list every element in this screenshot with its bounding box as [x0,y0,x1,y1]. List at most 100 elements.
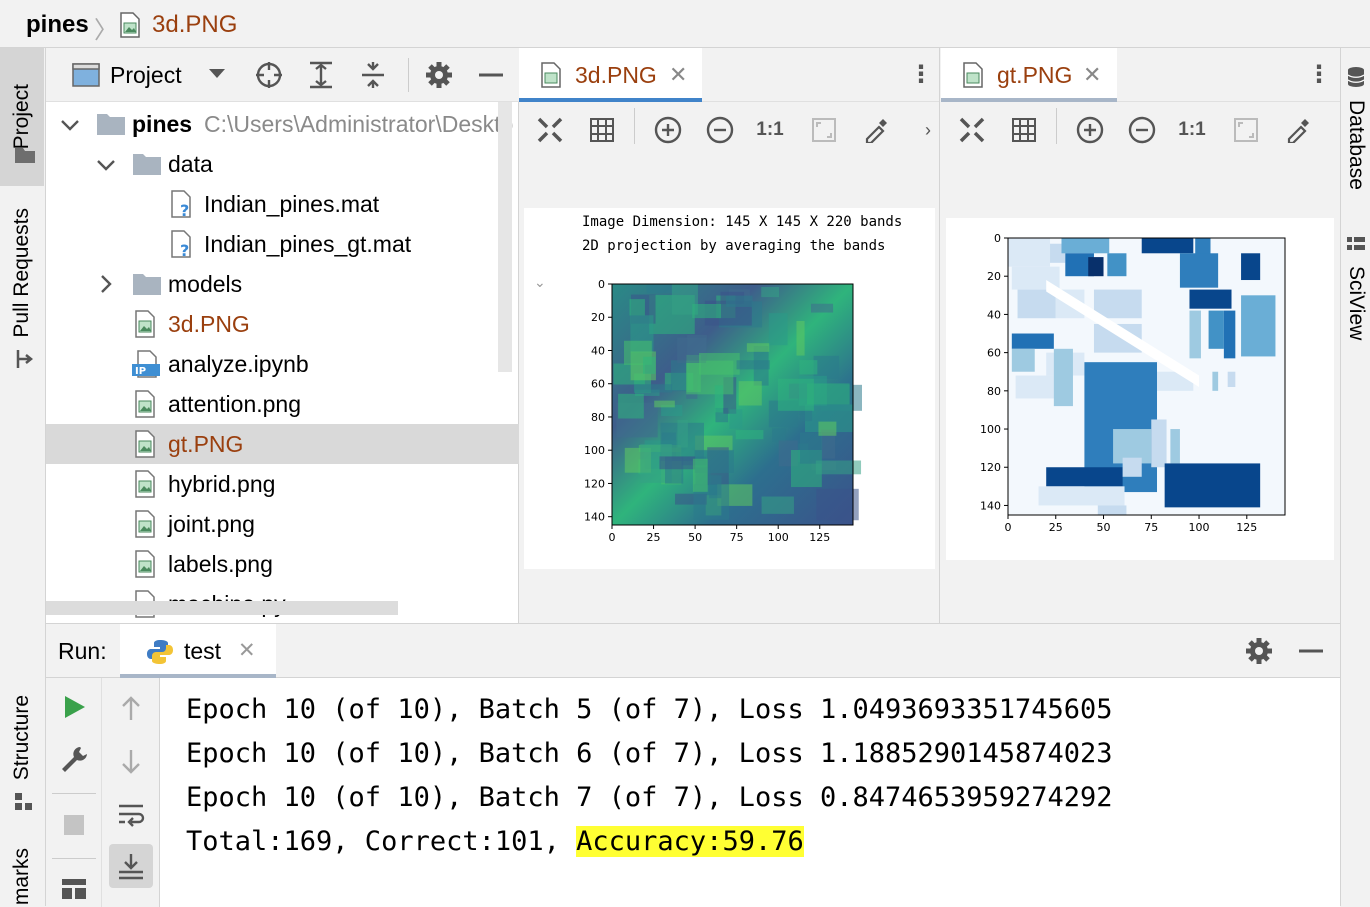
more-options-icon[interactable]: ⋮ [1307,60,1331,89]
close-icon[interactable]: ✕ [669,62,687,88]
breadcrumb-separator: 〉 [94,17,118,44]
fit-zoom-icon[interactable] [535,115,565,145]
x-tick-label: 125 [1236,521,1257,534]
image-caption-line2: 2D projection by averaging the bands [582,238,886,254]
heatmap-patch [772,428,786,442]
console-output[interactable]: Epoch 10 (of 10), Batch 5 (of 7), Loss 1… [160,678,1340,907]
editor-tab-gt-png[interactable]: gt.PNG ✕ [941,48,1117,102]
tree-item-3d-png[interactable]: 3d.PNG [46,304,519,344]
x-tick-label: 100 [768,531,789,544]
zoom-in-icon[interactable] [1075,115,1105,145]
tool-tab-database[interactable]: Database [1341,66,1370,190]
close-icon[interactable]: ✕ [1083,62,1101,88]
tool-tab-structure[interactable]: Structure [0,688,44,788]
tool-tab-pull-requests[interactable]: Pull Requests [0,198,44,348]
chevron-down-icon[interactable] [60,115,80,135]
actual-size-icon[interactable]: 1:1 [755,115,785,145]
fit-window-icon[interactable] [1231,115,1261,145]
locate-icon[interactable] [254,60,284,90]
heatmap-patch [761,286,780,298]
editor-tab-3d-png[interactable]: 3d.PNG ✕ [519,48,702,102]
zoom-in-icon[interactable] [653,115,683,145]
arrow-up-icon[interactable] [116,694,146,724]
stop-icon[interactable] [59,810,89,840]
tool-tab-database-label: Database [1345,100,1368,190]
heatmap-patch [699,353,740,375]
unknown-file-icon: ? [171,190,191,218]
tree-item-data[interactable]: data [46,144,519,184]
project-view-selector[interactable]: Project [110,62,182,89]
color-picker-icon[interactable] [861,115,891,145]
label-region [1241,295,1276,357]
gear-icon[interactable] [424,60,454,90]
breadcrumb-file[interactable]: 3d.PNG [152,11,237,39]
heatmap-patch [633,384,673,393]
heatmap-patch [799,432,823,464]
grid-icon[interactable] [1009,115,1039,145]
y-tick-label: 120 [584,477,605,490]
tool-tab-bookmarks[interactable]: marks [0,848,44,906]
y-tick-label: 40 [591,344,605,357]
y-tick-label: 40 [987,308,1001,321]
minimize-icon[interactable] [476,60,506,90]
label-region [1011,348,1035,372]
actual-size-icon[interactable]: 1:1 [1177,115,1207,145]
tree-item-labels-png[interactable]: labels.png [46,544,519,584]
layout-icon[interactable] [59,874,89,904]
label-region [1008,238,1051,267]
overflow-icon[interactable]: › [925,120,931,141]
tree-item-indian-pines-gt-mat[interactable]: ? Indian_pines_gt.mat [46,224,519,264]
zoom-out-icon[interactable] [1127,115,1157,145]
rerun-icon[interactable] [59,692,89,722]
tree-item-gt-png[interactable]: gt.PNG [46,424,519,464]
label-region [1151,419,1167,468]
zoom-out-icon[interactable] [705,115,735,145]
close-icon[interactable]: ✕ [238,638,256,663]
heatmap-patch [816,488,859,521]
chevron-down-icon[interactable] [96,155,116,175]
tree-vertical-scrollbar[interactable] [498,102,512,372]
scroll-to-end-button[interactable] [109,844,153,888]
x-tick-label: 25 [647,531,661,544]
run-tab-test[interactable]: test ✕ [120,624,276,678]
expand-all-icon[interactable] [306,60,336,90]
fit-zoom-icon[interactable] [957,115,987,145]
color-picker-icon[interactable] [1283,115,1313,145]
tree-horizontal-scrollbar[interactable] [46,601,398,615]
tree-item-models[interactable]: models [46,264,519,304]
project-view-icon [72,62,100,93]
breadcrumb-project[interactable]: pines [26,11,89,39]
label-region [1164,463,1261,508]
tree-item-label: attention.png [168,390,302,417]
x-tick-label: 25 [1049,521,1063,534]
collapse-all-icon[interactable] [358,60,388,90]
image-gt-preview: 0 25 50 75 100 125 0 20 40 60 80 100 120 140 [946,218,1334,560]
minimize-icon[interactable] [1296,636,1326,666]
chevron-right-icon[interactable] [96,274,116,294]
soft-wrap-icon[interactable] [116,800,146,830]
collapse-output-icon[interactable]: ⌄ [534,274,546,291]
image-file-icon [135,310,155,338]
tree-item-label: gt.PNG [168,430,244,457]
chevron-down-icon[interactable] [208,66,226,85]
heatmap-patch [746,343,770,352]
tree-item-joint-png[interactable]: joint.png [46,504,519,544]
tree-item-analyze-ipynb[interactable]: IP analyze.ipynb [46,344,519,384]
tree-item-attention-png[interactable]: attention.png [46,384,519,424]
x-tick-label: 0 [1005,521,1012,534]
label-region [1093,289,1142,319]
unknown-file-icon: ? [171,230,191,258]
tree-item-hybrid-png[interactable]: hybrid.png [46,464,519,504]
grid-icon[interactable] [587,115,617,145]
tree-item-indian-pines-mat[interactable]: ? Indian_pines.mat [46,184,519,224]
arrow-down-icon[interactable] [116,746,146,776]
tree-item-label: Indian_pines.mat [204,190,380,217]
tool-tab-sciview[interactable]: SciView [1341,236,1370,340]
wrench-icon[interactable] [59,744,89,774]
more-options-icon[interactable]: ⋮ [909,60,933,89]
heatmap-patch [670,360,689,392]
gear-icon[interactable] [1244,636,1274,666]
fit-window-icon[interactable] [809,115,839,145]
run-panel: Run: test ✕ Epoch 10 (of 10), Batch 5 (o… [46,623,1340,907]
tree-item-pines[interactable]: pines C:\Users\Administrator\Deskto [46,104,519,144]
